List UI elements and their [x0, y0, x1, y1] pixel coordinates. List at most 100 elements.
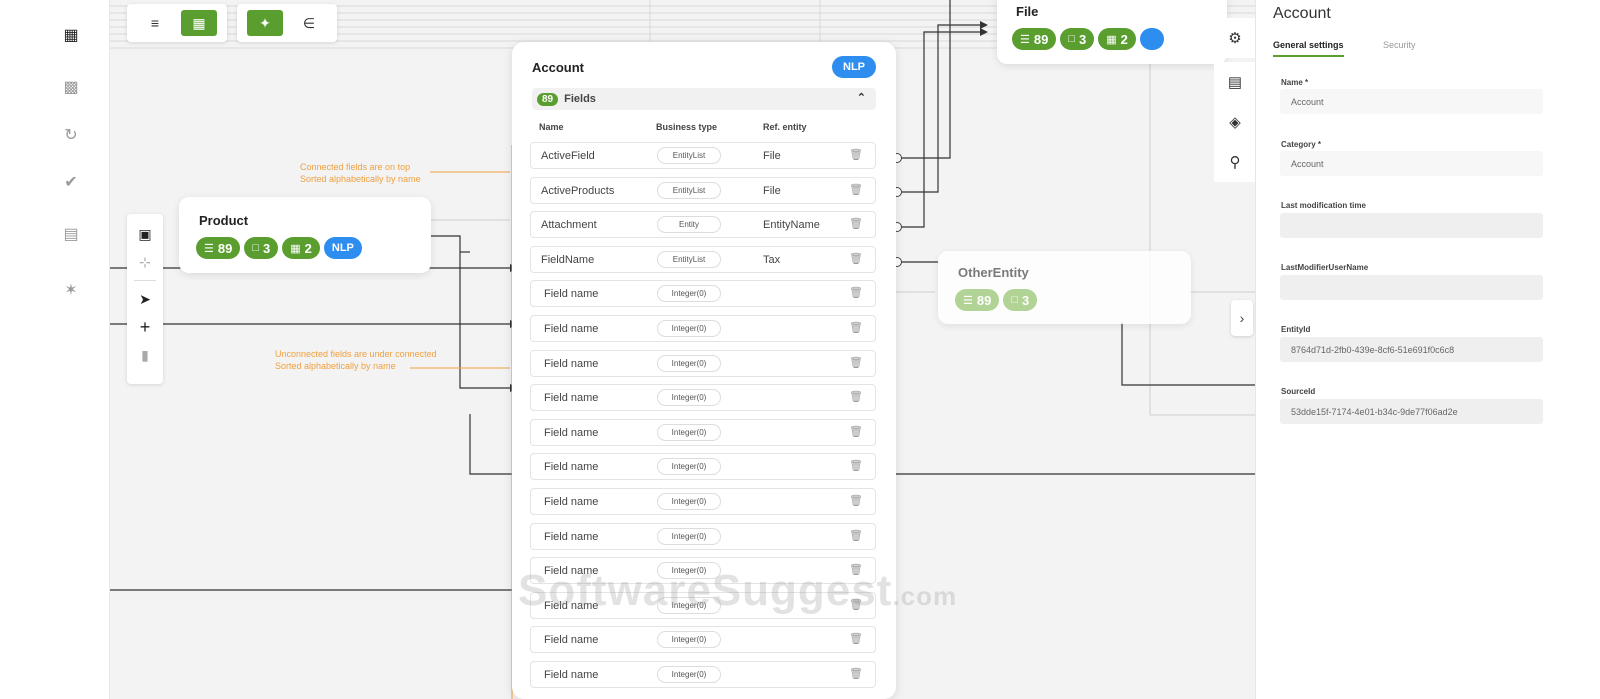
sync-icon[interactable]: ↻: [58, 122, 84, 148]
trash-icon[interactable]: 🗑: [849, 632, 863, 645]
chevron-up-icon[interactable]: ⌃: [857, 91, 866, 104]
field-row[interactable]: Field name Integer(0) 🗑: [530, 349, 876, 377]
field-row[interactable]: Field name Integer(0) 🗑: [530, 522, 876, 550]
business-type-tag[interactable]: EntityList: [657, 250, 721, 268]
pointer-icon[interactable]: ➤: [139, 289, 151, 309]
check-circle-icon[interactable]: ✔: [58, 169, 84, 195]
nlp-badge-partial[interactable]: [1139, 28, 1164, 50]
business-type-tag[interactable]: Integer(0): [657, 285, 721, 303]
book-icon[interactable]: ▩: [58, 74, 84, 100]
business-type-tag[interactable]: EntityList: [657, 147, 721, 164]
file-node-title: File: [1016, 4, 1039, 19]
tab-general-settings[interactable]: General settings: [1273, 40, 1344, 50]
field-row[interactable]: FieldName EntityList Tax 🗑: [530, 245, 876, 273]
field-row[interactable]: Field name Integer(0) 🗑: [530, 384, 876, 412]
category-field[interactable]: Account: [1280, 151, 1543, 176]
document-icon[interactable]: ▦: [58, 22, 84, 48]
business-type-tag[interactable]: Integer(0): [657, 666, 721, 683]
add-icon[interactable]: +: [140, 317, 151, 337]
ref-entity: Tax: [763, 253, 781, 266]
field-row[interactable]: Field name Integer(0) 🗑: [530, 488, 876, 515]
business-type-tag[interactable]: Integer(0): [657, 458, 721, 476]
trash-icon[interactable]: 🗑: [849, 286, 863, 299]
name-field[interactable]: Account: [1280, 89, 1543, 114]
hierarchy-icon[interactable]: ▦: [181, 10, 217, 36]
field-row[interactable]: Field name Integer(0) 🗑: [530, 418, 876, 446]
business-type-tag[interactable]: Integer(0): [657, 320, 721, 337]
trash-icon[interactable]: 🗑: [849, 667, 863, 680]
business-type-tag[interactable]: Integer(0): [657, 493, 721, 510]
ref-entity: File: [763, 184, 781, 197]
business-type-tag[interactable]: Integer(0): [657, 527, 721, 545]
field-row[interactable]: Field name Integer(0) 🗑: [530, 280, 876, 308]
trash-icon[interactable]: 🗑: [849, 183, 863, 196]
source-id-label: SourceId: [1281, 387, 1316, 396]
field-name: Field name: [544, 634, 599, 647]
business-type-tag[interactable]: Integer(0): [657, 389, 721, 407]
comment-icon[interactable]: ▤: [1214, 62, 1256, 102]
fields-count-badge[interactable]: ☰ 89: [196, 237, 241, 259]
fields-count-badge[interactable]: ☰ 89: [955, 289, 1000, 311]
business-type-tag[interactable]: EntityList: [657, 181, 721, 199]
network-icon[interactable]: ✦: [247, 10, 283, 36]
field-row[interactable]: ActiveProducts EntityList File 🗑: [530, 176, 876, 204]
puzzle-icon[interactable]: ✶: [58, 277, 84, 303]
search-icon[interactable]: ⚲: [1214, 142, 1256, 182]
field-row[interactable]: Field name Integer(0) 🗑: [530, 315, 876, 342]
trash-icon[interactable]: 🗑: [849, 321, 863, 334]
trash-icon[interactable]: 🗑: [849, 494, 863, 507]
list-icon: ☰: [963, 294, 973, 307]
properties-panel: Account General settings Security Name *…: [1255, 0, 1600, 699]
business-type-tag[interactable]: Integer(0): [657, 631, 721, 649]
trash-icon[interactable]: 🗑: [849, 217, 863, 230]
panel-title: Account: [1273, 5, 1331, 22]
layers-icon[interactable]: ◈: [1214, 102, 1256, 142]
tab-security[interactable]: Security: [1383, 40, 1416, 50]
trash-icon[interactable]: 🗑: [849, 252, 863, 265]
column-name-header: Name: [539, 122, 564, 132]
fit-selection-icon[interactable]: ⊹: [139, 252, 151, 272]
tree-layout-icon[interactable]: ∈: [291, 10, 327, 36]
field-row[interactable]: ActiveField EntityList File 🗑: [530, 142, 876, 169]
grid-count-badge[interactable]: ▦ 2: [1098, 28, 1136, 50]
grid-count-badge[interactable]: ▦ 2: [282, 237, 320, 259]
trash-icon[interactable]: 🗑: [849, 529, 863, 542]
comments-count-badge[interactable]: □ 3: [1003, 289, 1038, 311]
storage-icon[interactable]: ▤: [58, 221, 84, 247]
product-node[interactable]: Product ☰ 89 □ 3 ▦ 2 NLP: [179, 197, 431, 273]
delete-icon[interactable]: ▮: [141, 345, 149, 365]
settings-icon[interactable]: ⚙: [1214, 18, 1256, 58]
field-row[interactable]: Attachment Entity EntityName 🗑: [530, 211, 876, 239]
nlp-badge[interactable]: NLP: [323, 237, 362, 259]
comment-icon: □: [252, 242, 259, 254]
business-type-tag[interactable]: Entity: [657, 216, 721, 234]
trash-icon[interactable]: 🗑: [849, 356, 863, 369]
app-window: ▦ ▩ ↻ ✔ ▤ ✶ ≡ ▦ ✦ ∈ Product ☰ 89 □ 3 ▦ 2…: [0, 0, 1600, 699]
field-name: FieldName: [541, 253, 595, 266]
trash-icon[interactable]: 🗑: [849, 425, 863, 438]
last-modifier-user-field: [1280, 275, 1543, 300]
align-left-icon[interactable]: ≡: [137, 10, 173, 36]
business-type-tag[interactable]: Integer(0): [657, 354, 721, 372]
field-row[interactable]: Field name Integer(0) 🗑: [530, 661, 876, 688]
comments-count-badge[interactable]: □ 3: [1060, 28, 1095, 50]
field-row[interactable]: Field name Integer(0) 🗑: [530, 626, 876, 654]
business-type-tag[interactable]: Integer(0): [657, 423, 721, 441]
collapse-panel-button[interactable]: ›: [1231, 300, 1253, 336]
file-node[interactable]: File ☰ 89 □ 3 ▦ 2: [997, 0, 1227, 64]
last-modification-time-field: [1280, 213, 1543, 238]
field-row[interactable]: Field name Integer(0) 🗑: [530, 453, 876, 481]
fields-count-badge[interactable]: ☰ 89: [1012, 28, 1057, 50]
view-toolbar: ≡ ▦: [127, 4, 227, 42]
grid-icon: ▦: [1106, 33, 1117, 46]
nlp-badge[interactable]: NLP: [832, 56, 876, 78]
fields-section-header[interactable]: 89 Fields ⌃: [532, 88, 876, 110]
trash-icon[interactable]: 🗑: [849, 459, 863, 472]
comments-count-badge[interactable]: □ 3: [244, 237, 279, 259]
trash-icon[interactable]: 🗑: [849, 390, 863, 403]
other-entity-node[interactable]: OtherEntity ☰ 89 □ 3: [938, 251, 1191, 324]
left-sidebar: ▦ ▩ ↻ ✔ ▤ ✶: [0, 0, 110, 699]
fit-screen-icon[interactable]: ▣: [138, 224, 151, 244]
trash-icon[interactable]: 🗑: [849, 148, 863, 161]
column-ref-entity-header: Ref. entity: [763, 122, 807, 132]
